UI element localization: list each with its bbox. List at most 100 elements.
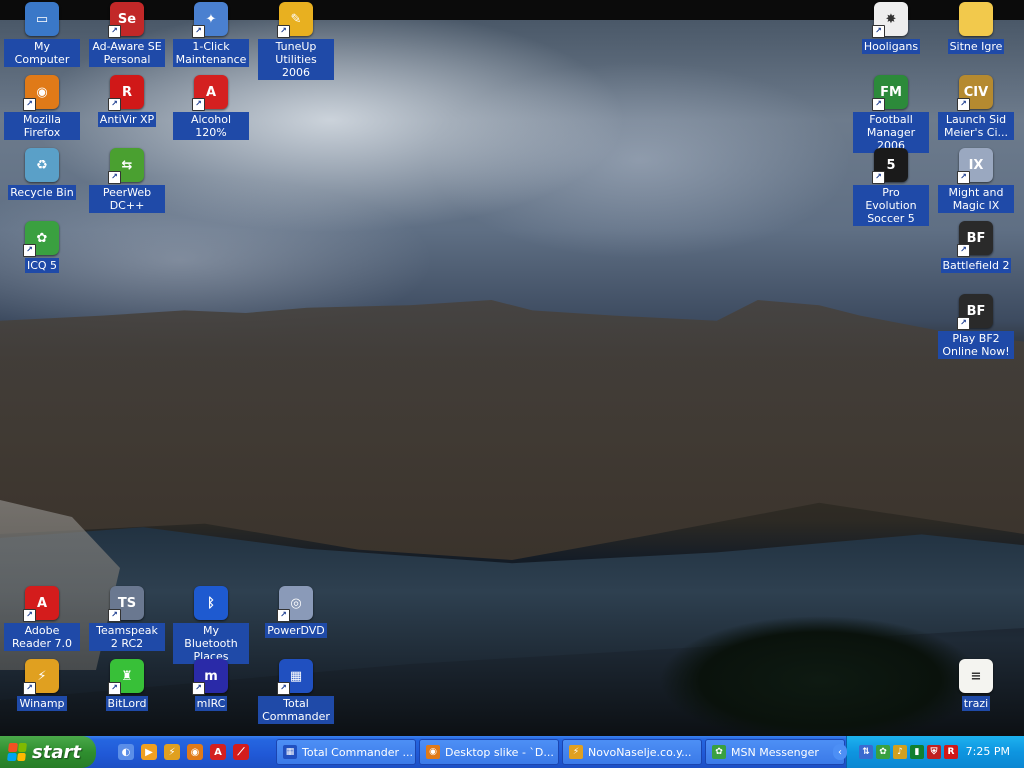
desktop-icon-label: Sitne Igre <box>947 39 1005 54</box>
civilization-icon: CIV ↗ <box>957 75 993 111</box>
network-icon[interactable]: ⇅ <box>859 745 873 759</box>
powerdvd-icon: ◎ ↗ <box>277 586 313 622</box>
desktop-icon[interactable]: ≡ trazi <box>938 659 1014 711</box>
desktop-icon[interactable]: ♻ Recycle Bin <box>4 148 80 200</box>
firefox-icon: ◉ ↗ <box>23 75 59 111</box>
desktop-icon[interactable]: TS ↗ Teamspeak 2 RC2 <box>89 586 165 651</box>
shortcut-arrow-icon: ↗ <box>957 317 970 330</box>
shortcut-arrow-icon: ↗ <box>108 682 121 695</box>
desktop-icon[interactable]: m ↗ mIRC <box>173 659 249 711</box>
desktop-icon-label: PeerWeb DC++ <box>89 185 165 213</box>
desktop-icon-label: Alcohol 120% <box>173 112 249 140</box>
desktop-icon[interactable]: 5 ↗ Pro Evolution Soccer 5 <box>853 148 929 226</box>
desktop-icon[interactable]: ▦ ↗ Total Commander <box>258 659 334 724</box>
taskbar-button-label: MSN Messenger <box>731 745 819 759</box>
shortcut-arrow-icon: ↗ <box>957 171 970 184</box>
desktop-icon-label: Might and Magic IX <box>938 185 1014 213</box>
shortcut-arrow-icon: ↗ <box>192 98 205 111</box>
system-tray: ‹ 7:25 PM ⇅ ✿ ♪ ▮ ⛨ R <box>833 736 1024 768</box>
desktop-icon-label: Ad-Aware SE Personal <box>89 39 165 67</box>
desktop-icon[interactable]: CIV ↗ Launch Sid Meier's Ci... <box>938 75 1014 140</box>
taskbar-button-label: Total Commander ... <box>302 745 413 759</box>
desktop-icon[interactable]: Sitne Igre <box>938 2 1014 54</box>
desktop-icon-label: Total Commander <box>258 696 334 724</box>
recycle-bin-icon: ♻ <box>25 148 59 182</box>
desktop-icon-label: 1-Click Maintenance <box>173 39 249 67</box>
antivir-tray-icon[interactable]: R <box>944 745 958 759</box>
desktop-icon[interactable]: ✦ ↗ 1-Click Maintenance <box>173 2 249 67</box>
folder-icon <box>959 2 993 36</box>
winamp-icon[interactable]: ⚡ <box>164 744 180 760</box>
shortcut-arrow-icon: ↗ <box>23 682 36 695</box>
shortcut-arrow-icon: ↗ <box>957 98 970 111</box>
desktop-icon-label: My Computer <box>4 39 80 67</box>
desktop-icon-label: Winamp <box>17 696 67 711</box>
msn-tray-icon[interactable]: ✿ <box>876 745 890 759</box>
bitlord-icon: ♜ ↗ <box>108 659 144 695</box>
clock[interactable]: 7:25 PM <box>966 745 1010 758</box>
desktop-icon-label: Battlefield 2 <box>940 258 1012 273</box>
desktop-icon[interactable]: ⇆ ↗ PeerWeb DC++ <box>89 148 165 213</box>
taskbar-button[interactable]: ⚡ NovoNaselje.co.y... <box>562 739 702 765</box>
football-manager-icon: FM ↗ <box>872 75 908 111</box>
desktop-icon[interactable]: R ↗ AntiVir XP <box>89 75 165 127</box>
shield-icon[interactable]: ⛨ <box>927 745 941 759</box>
bluetooth-icon: ᛒ <box>194 586 228 620</box>
desktop-icon[interactable]: ◎ ↗ PowerDVD <box>258 586 334 638</box>
desktop-icon-label: Recycle Bin <box>8 185 76 200</box>
tray-expand-button[interactable]: ‹ <box>833 744 847 760</box>
desktop-icon[interactable]: ✿ ↗ ICQ 5 <box>4 221 80 273</box>
might-magic-icon: IX ↗ <box>957 148 993 184</box>
desktop-icon[interactable]: FM ↗ Football Manager 2006 <box>853 75 929 153</box>
volume-icon[interactable]: ♪ <box>893 745 907 759</box>
desktop-icon[interactable]: ♜ ↗ BitLord <box>89 659 165 711</box>
desktop-icon-label: AntiVir XP <box>97 112 157 127</box>
desktop-icon[interactable]: A ↗ Alcohol 120% <box>173 75 249 140</box>
my-computer-icon: ▭ <box>25 2 59 36</box>
shortcut-arrow-icon: ↗ <box>108 25 121 38</box>
antivir-icon: R ↗ <box>108 75 144 111</box>
media-player-icon[interactable]: ▶ <box>141 744 157 760</box>
desktop-icon[interactable]: BF ↗ Play BF2 Online Now! <box>938 294 1014 359</box>
winamp-icon: ⚡ ↗ <box>23 659 59 695</box>
taskbar-button[interactable]: ▦ Total Commander ... <box>276 739 416 765</box>
text-file-icon: ≡ <box>959 659 993 693</box>
shortcut-arrow-icon: ↗ <box>23 244 36 257</box>
taskbar: start ◐ ▶ ⚡ ◉ A ⟋ ▦ Total Commander ... ◉ Deskto… <box>0 736 1024 768</box>
desktop-icon-label: trazi <box>961 696 991 711</box>
teamspeak-icon: TS ↗ <box>108 586 144 622</box>
desktop-icon-label: Pro Evolution Soccer 5 <box>853 185 929 226</box>
taskbar-button[interactable]: ◉ Desktop slike - `D... <box>419 739 559 765</box>
start-button[interactable]: start <box>0 736 96 768</box>
firefox-icon[interactable]: ◉ <box>187 744 203 760</box>
desktop-icon[interactable]: ᛒ My Bluetooth Places <box>173 586 249 664</box>
desktop-icon[interactable]: ▭ My Computer <box>4 2 80 67</box>
taskbar-button-label: Desktop slike - `D... <box>445 745 554 759</box>
desktop-icon-label: Teamspeak 2 RC2 <box>89 623 165 651</box>
adobe-reader-icon[interactable]: ⟋ <box>233 744 249 760</box>
msn-messenger-icon: ✿ <box>712 745 726 759</box>
windows-logo-icon <box>7 743 27 761</box>
desktop-icon[interactable]: IX ↗ Might and Magic IX <box>938 148 1014 213</box>
wallpaper-city <box>0 300 1024 560</box>
desktop-icon[interactable]: Se ↗ Ad-Aware SE Personal <box>89 2 165 67</box>
pes5-icon: 5 ↗ <box>872 148 908 184</box>
alcohol-icon: A ↗ <box>192 75 228 111</box>
total-commander-icon: ▦ ↗ <box>277 659 313 695</box>
desktop-icon[interactable]: ◉ ↗ Mozilla Firefox <box>4 75 80 140</box>
desktop-icon[interactable]: ✎ ↗ TuneUp Utilities 2006 <box>258 2 334 80</box>
desktop-icon[interactable]: ⚡ ↗ Winamp <box>4 659 80 711</box>
shortcut-arrow-icon: ↗ <box>108 171 121 184</box>
desktop-icon[interactable]: BF ↗ Battlefield 2 <box>938 221 1014 273</box>
desktop-icon[interactable]: ✸ ↗ Hooligans <box>853 2 929 54</box>
shortcut-arrow-icon: ↗ <box>23 609 36 622</box>
alcohol-icon[interactable]: A <box>210 744 226 760</box>
icq-icon: ✿ ↗ <box>23 221 59 257</box>
desktop-icon[interactable]: A ↗ Adobe Reader 7.0 <box>4 586 80 651</box>
taskbar-button[interactable]: ✿ MSN Messenger <box>705 739 845 765</box>
desktop-icon-label: Hooligans <box>861 39 921 54</box>
shortcut-arrow-icon: ↗ <box>108 98 121 111</box>
winamp-icon: ⚡ <box>569 745 583 759</box>
bar-meter-icon[interactable]: ▮ <box>910 745 924 759</box>
show-desktop-icon[interactable]: ◐ <box>118 744 134 760</box>
